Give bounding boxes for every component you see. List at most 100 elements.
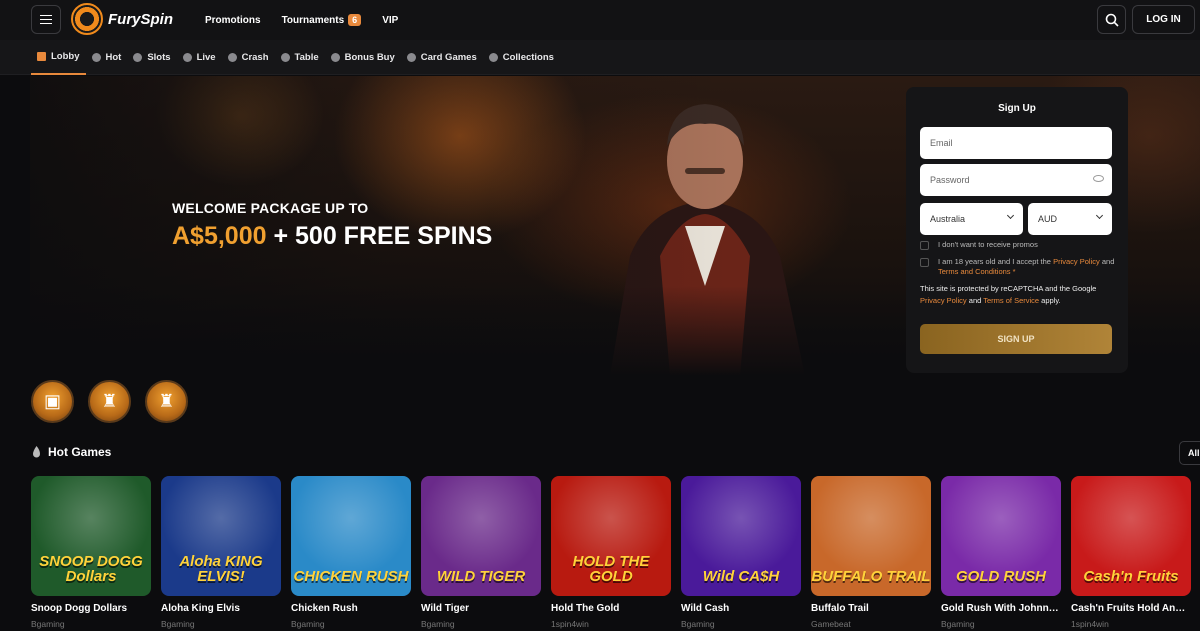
game-card[interactable]: Aloha KING ELVIS! Aloha King Elvis Bgaming (161, 476, 281, 629)
game-card[interactable]: CHICKEN RUSH Chicken Rush Bgaming (291, 476, 411, 629)
cards-icon (406, 53, 416, 62)
flame-icon (33, 445, 40, 457)
trophy-icon[interactable]: ♜ (88, 380, 131, 423)
game-thumbnail[interactable]: Wild CA$H (681, 476, 801, 596)
game-card[interactable]: BUFFALO TRAIL Buffalo Trail Gamebeat (811, 476, 931, 629)
category-tab-hot[interactable]: Hot (86, 40, 128, 75)
category-bar: Lobby Hot Slots Live Crash Table Bonus Buy Card… (0, 40, 1200, 75)
game-name[interactable]: Cash'n Fruits Hold And Win (1071, 603, 1191, 614)
game-card[interactable]: WILD TIGER Wild Tiger Bgaming (421, 476, 541, 629)
privacy-policy-link[interactable]: Privacy Policy (1053, 257, 1100, 266)
game-name[interactable]: Chicken Rush (291, 603, 411, 614)
signup-button[interactable]: SIGN UP (920, 324, 1112, 354)
category-tab-card-games[interactable]: Card Games (401, 40, 483, 75)
email-placeholder: Email (930, 138, 953, 148)
login-button[interactable]: LOG IN (1132, 5, 1195, 34)
game-card[interactable]: SNOOP DOGG Dollars Snoop Dogg Dollars Bgam… (31, 476, 151, 629)
category-label: Slots (147, 52, 171, 63)
hamburger-icon (40, 18, 52, 21)
google-terms-link[interactable]: Terms of Service (983, 296, 1039, 305)
game-card[interactable]: GOLD RUSH Gold Rush With Johnny Cash Bgami… (941, 476, 1061, 629)
all-games-button[interactable]: All (1179, 441, 1200, 465)
terms-link[interactable]: Terms and Conditions (938, 267, 1011, 276)
slot-icon (133, 53, 143, 62)
game-thumbnail[interactable]: CHICKEN RUSH (291, 476, 411, 596)
game-thumbnail[interactable]: BUFFALO TRAIL (811, 476, 931, 596)
game-card[interactable]: Wild CA$H Wild Cash Bgaming (681, 476, 801, 629)
game-name[interactable]: Aloha King Elvis (161, 603, 281, 614)
game-name[interactable]: Hold The Gold (551, 603, 671, 614)
email-field[interactable]: Email (920, 127, 1112, 159)
game-art-title: GOLD RUSH (956, 568, 1046, 585)
game-thumbnail[interactable]: HOLD THE GOLD (551, 476, 671, 596)
game-provider: Bgaming (161, 619, 195, 629)
chevron-down-icon (1095, 211, 1104, 220)
game-name[interactable]: Gold Rush With Johnny Cash (941, 603, 1061, 614)
treasure-chest-icon[interactable]: ▣ (31, 380, 74, 423)
game-name[interactable]: Wild Cash (681, 603, 801, 614)
spade-icon (182, 53, 192, 62)
menu-button[interactable] (31, 5, 61, 34)
category-label: Bonus Buy (344, 52, 395, 63)
promo-opt-out-checkbox[interactable] (920, 241, 929, 250)
game-provider: Gamebeat (811, 619, 851, 629)
nav-label: VIP (382, 14, 399, 26)
nav-tournaments[interactable]: Tournaments 6 (282, 14, 362, 26)
nav-promotions[interactable]: Promotions (205, 15, 261, 26)
search-icon (1105, 13, 1119, 27)
hero-headline: A$5,000 + 500 FREE SPINS (172, 222, 492, 251)
age-terms-label: I am 18 years old and I accept the Priva… (938, 257, 1115, 276)
promo-opt-out-row: I don't want to receive promos (920, 240, 1038, 250)
currency-select[interactable]: AUD (1028, 203, 1112, 235)
game-name[interactable]: Buffalo Trail (811, 603, 931, 614)
game-card[interactable]: Cash'n Fruits Cash'n Fruits Hold And Win 1… (1071, 476, 1191, 629)
game-provider: Bgaming (291, 619, 325, 629)
category-tab-slots[interactable]: Slots (127, 40, 176, 75)
flame-icon (91, 53, 101, 62)
game-card[interactable]: HOLD THE GOLD Hold The Gold 1spin4win (551, 476, 671, 629)
hot-games-row: SNOOP DOGG Dollars Snoop Dogg Dollars Bgam… (31, 476, 1191, 629)
age-terms-checkbox[interactable] (920, 258, 929, 267)
game-name[interactable]: Snoop Dogg Dollars (31, 603, 151, 614)
category-tab-live[interactable]: Live (177, 40, 222, 75)
game-thumbnail[interactable]: Cash'n Fruits (1071, 476, 1191, 596)
collection-icon (488, 53, 498, 62)
chevron-down-icon (1006, 211, 1015, 220)
logo[interactable]: FurySpin (71, 3, 173, 35)
signup-panel: Sign Up Email Password Australia AUD I d… (906, 87, 1128, 373)
game-thumbnail[interactable]: WILD TIGER (421, 476, 541, 596)
game-provider: 1spin4win (1071, 619, 1109, 629)
age-terms-row: I am 18 years old and I accept the Priva… (920, 257, 1116, 277)
game-thumbnail[interactable]: SNOOP DOGG Dollars (31, 476, 151, 596)
grid-icon (37, 52, 46, 61)
game-art-title: CHICKEN RUSH (293, 568, 409, 585)
game-art-title: BUFFALO TRAIL (811, 568, 931, 585)
recaptcha-notice: This site is protected by reCAPTCHA and … (920, 284, 1097, 305)
trophy-icon[interactable]: ♜ (145, 380, 188, 423)
brand-name: FurySpin (108, 10, 174, 28)
reward-icons: ▣ ♜ ♜ (31, 380, 188, 423)
country-select[interactable]: Australia (920, 203, 1023, 235)
eye-icon[interactable] (1093, 175, 1104, 182)
category-tab-crash[interactable]: Crash (222, 40, 275, 75)
password-placeholder: Password (930, 175, 970, 185)
game-art-title: WILD TIGER (436, 568, 526, 585)
google-privacy-link[interactable]: Privacy Policy (920, 296, 967, 305)
search-button[interactable] (1097, 5, 1126, 34)
game-thumbnail[interactable]: GOLD RUSH (941, 476, 1061, 596)
category-tab-collections[interactable]: Collections (483, 40, 560, 75)
hot-games-header: Hot Games (31, 445, 111, 459)
hero-amount: A$5,000 (172, 222, 267, 250)
game-provider: Bgaming (941, 619, 975, 629)
category-tab-lobby[interactable]: Lobby (31, 40, 86, 75)
table-icon (280, 53, 290, 62)
password-field[interactable]: Password (920, 164, 1112, 196)
game-thumbnail[interactable]: Aloha KING ELVIS! (161, 476, 281, 596)
promo-opt-out-label: I don't want to receive promos (938, 240, 1038, 249)
game-name[interactable]: Wild Tiger (421, 603, 541, 614)
category-tab-table[interactable]: Table (275, 40, 325, 75)
category-label: Card Games (420, 52, 477, 63)
nav-vip[interactable]: VIP (382, 15, 398, 26)
category-tab-bonus-buy[interactable]: Bonus Buy (325, 40, 401, 75)
signup-title: Sign Up (998, 103, 1036, 114)
